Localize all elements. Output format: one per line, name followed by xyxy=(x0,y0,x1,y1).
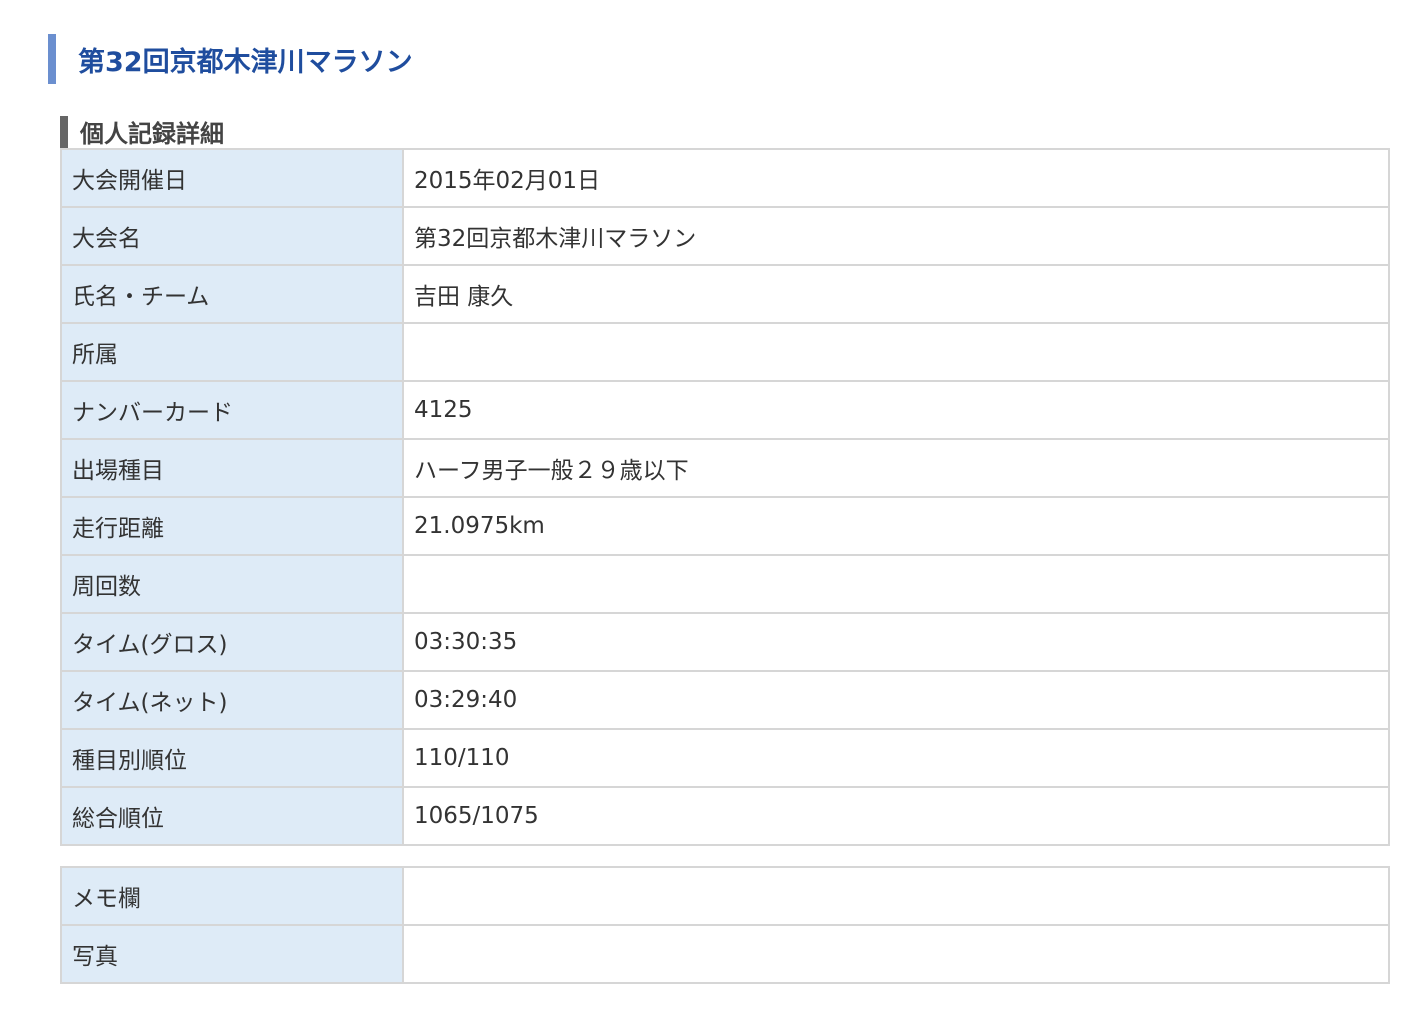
row-laps: 周回数 xyxy=(60,554,1390,614)
row-category: 出場種目 ハーフ男子一般２９歳以下 xyxy=(60,438,1390,498)
label-overall-rank: 総合順位 xyxy=(60,786,404,846)
value-memo xyxy=(402,866,1390,926)
label-photo: 写真 xyxy=(60,924,404,984)
value-overall-rank: 1065/1075 xyxy=(402,786,1390,846)
value-category-rank: 110/110 xyxy=(402,728,1390,788)
row-photo: 写真 xyxy=(60,924,1390,984)
value-category: ハーフ男子一般２９歳以下 xyxy=(402,438,1390,498)
value-event-date: 2015年02月01日 xyxy=(402,148,1390,208)
record-detail-table: 大会開催日 2015年02月01日 大会名 第32回京都木津川マラソン 氏名・チ… xyxy=(60,148,1390,846)
label-affiliation: 所属 xyxy=(60,322,404,382)
label-event-name: 大会名 xyxy=(60,206,404,266)
row-distance: 走行距離 21.0975km xyxy=(60,496,1390,556)
label-bib-number: ナンバーカード xyxy=(60,380,404,440)
value-photo xyxy=(402,924,1390,984)
value-bib-number: 4125 xyxy=(402,380,1390,440)
label-event-date: 大会開催日 xyxy=(60,148,404,208)
row-bib-number: ナンバーカード 4125 xyxy=(60,380,1390,440)
label-category: 出場種目 xyxy=(60,438,404,498)
row-event-name: 大会名 第32回京都木津川マラソン xyxy=(60,206,1390,266)
memo-photo-table: メモ欄 写真 xyxy=(60,866,1390,984)
value-affiliation xyxy=(402,322,1390,382)
label-laps: 周回数 xyxy=(60,554,404,614)
row-memo: メモ欄 xyxy=(60,866,1390,926)
value-distance: 21.0975km xyxy=(402,496,1390,556)
value-laps xyxy=(402,554,1390,614)
label-memo: メモ欄 xyxy=(60,866,404,926)
label-category-rank: 種目別順位 xyxy=(60,728,404,788)
section-title: 個人記録詳細 xyxy=(60,115,224,148)
label-distance: 走行距離 xyxy=(60,496,404,556)
row-overall-rank: 総合順位 1065/1075 xyxy=(60,786,1390,846)
label-gross-time: タイム(グロス) xyxy=(60,612,404,672)
row-category-rank: 種目別順位 110/110 xyxy=(60,728,1390,788)
label-runner-name: 氏名・チーム xyxy=(60,264,404,324)
value-event-name: 第32回京都木津川マラソン xyxy=(402,206,1390,266)
label-net-time: タイム(ネット) xyxy=(60,670,404,730)
row-affiliation: 所属 xyxy=(60,322,1390,382)
value-runner-name: 吉田 康久 xyxy=(402,264,1390,324)
value-gross-time: 03:30:35 xyxy=(402,612,1390,672)
page-title: 第32回京都木津川マラソン xyxy=(48,34,413,85)
row-runner-name: 氏名・チーム 吉田 康久 xyxy=(60,264,1390,324)
row-gross-time: タイム(グロス) 03:30:35 xyxy=(60,612,1390,672)
value-net-time: 03:29:40 xyxy=(402,670,1390,730)
row-net-time: タイム(ネット) 03:29:40 xyxy=(60,670,1390,730)
row-event-date: 大会開催日 2015年02月01日 xyxy=(60,148,1390,208)
